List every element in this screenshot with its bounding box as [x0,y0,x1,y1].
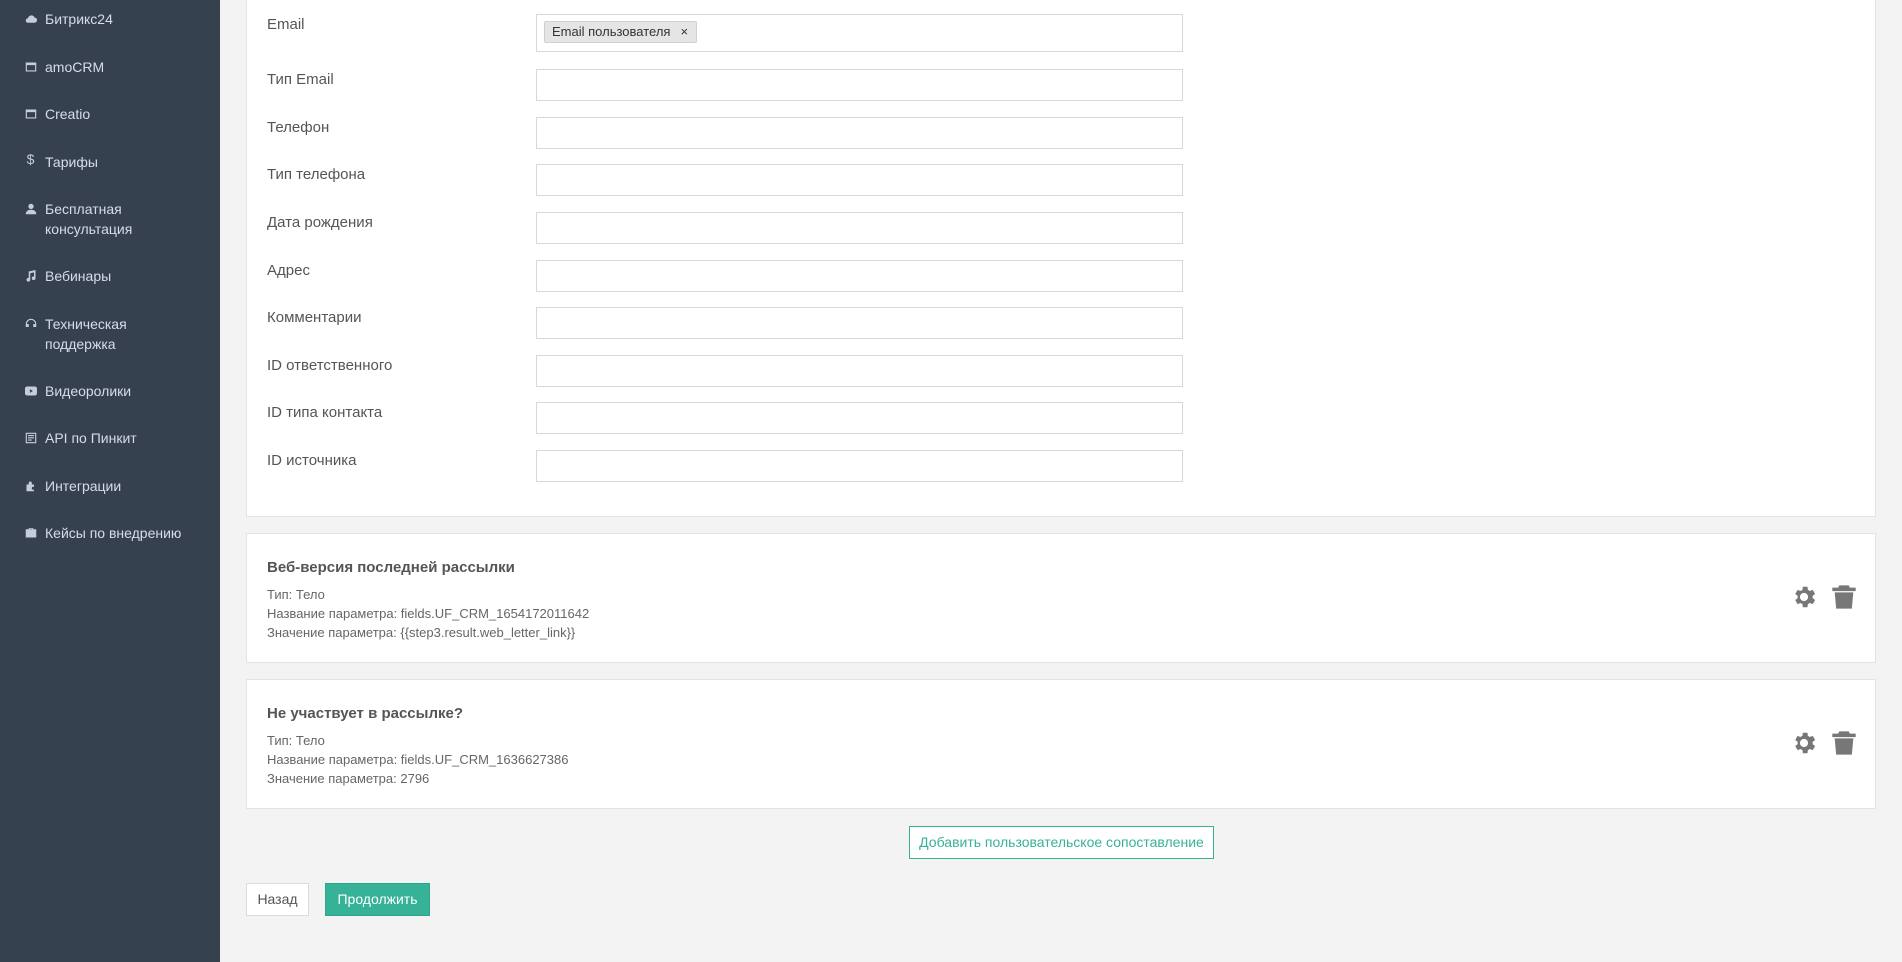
mapping-type: Тип: Тело [267,733,325,748]
chip-remove-icon[interactable]: × [680,22,688,42]
field-label-birthdate: Дата рождения [267,214,373,231]
address-input[interactable] [536,260,1183,292]
sidebar-item-label: Кейсы по внедрению [45,525,182,541]
sidebar-item-label: Битрикс24 [45,11,113,27]
mapping-type: Тип: Тело [267,587,325,602]
dollar-icon: $ [26,150,35,167]
fields-card: Email Email пользователя × Тип Email Тел… [246,0,1876,517]
email-type-input[interactable] [536,69,1183,101]
birthdate-input[interactable] [536,212,1183,244]
continue-button[interactable]: Продолжить [325,883,430,916]
api-icon [24,431,37,444]
email-field[interactable]: Email пользователя × [536,14,1183,52]
sidebar-item-api[interactable]: API по Пинкит [24,428,214,448]
youtube-icon [24,384,37,397]
field-label-phone: Телефон [267,119,330,136]
sidebar-item-support[interactable]: Техническая поддержка [24,314,214,354]
sidebar-item-label: Тарифы [45,154,98,170]
puzzle-icon [24,479,37,492]
sidebar-item-label: Интеграции [45,478,122,494]
chip-label: Email пользователя [552,24,671,39]
back-button[interactable]: Назад [246,883,309,916]
sidebar-item-webinars[interactable]: Вебинары [24,266,214,286]
sidebar-item-label-line2: поддержка [45,336,116,352]
mapping-param-name: Название параметра: fields.UF_CRM_165417… [267,606,590,621]
mapping-param-name: Название параметра: fields.UF_CRM_163662… [267,752,569,767]
email-chip[interactable]: Email пользователя × [544,21,698,43]
field-label-comments: Комментарии [267,309,362,326]
briefcase-icon [24,526,37,539]
field-label-address: Адрес [267,262,310,279]
sidebar-item-bitrix24[interactable]: Битрикс24 [24,9,214,29]
user-icon [24,202,37,215]
delete-trash-icon[interactable] [1830,729,1858,757]
responsible-id-input[interactable] [536,355,1183,387]
mapping-param-value: Значение параметра: 2796 [267,771,430,786]
sidebar-item-label: API по Пинкит [45,430,137,446]
field-label-source-id: ID источника [267,452,357,469]
contact-type-id-input[interactable] [536,402,1183,434]
sidebar-item-consultation[interactable]: Бесплатная консультация [24,199,214,239]
sidebar-item-amocrm[interactable]: amoCRM [24,57,214,77]
sidebar-item-label: Бесплатная [45,201,122,217]
sidebar-item-label: Вебинары [45,268,112,284]
delete-trash-icon[interactable] [1830,583,1858,611]
mapping-title: Не участвует в рассылке? [267,705,464,722]
phone-input[interactable] [536,117,1183,149]
sidebar-item-videos[interactable]: Видеоролики [24,381,214,401]
sidebar-item-tariffs[interactable]: $ Тарифы [24,150,214,172]
source-id-input[interactable] [536,450,1183,482]
headset-icon [24,317,37,330]
phone-type-input[interactable] [536,164,1183,196]
mapping-param-value: Значение параметра: {{step3.result.web_l… [267,625,576,640]
sidebar-item-label: Creatio [45,106,91,122]
cloud-icon [24,12,37,25]
mapping-card: Не участвует в рассылке? Тип: Тело Назва… [246,679,1876,809]
sidebar-item-label: Видеоролики [45,383,132,399]
window-icon [24,60,37,73]
sidebar-item-creatio[interactable]: Creatio [24,104,214,124]
field-label-email: Email [267,16,305,33]
sidebar-item-label-line2: консультация [45,221,133,237]
window-icon [24,107,37,120]
sidebar-item-cases[interactable]: Кейсы по внедрению [24,523,214,543]
sidebar-item-label: amoCRM [45,59,105,75]
sidebar-item-label: Техническая [45,316,127,332]
settings-gear-icon[interactable] [1790,729,1818,757]
field-label-email-type: Тип Email [267,71,334,88]
comments-input[interactable] [536,307,1183,339]
field-label-responsible-id: ID ответственного [267,357,393,374]
field-label-contact-type-id: ID типа контакта [267,404,383,421]
sidebar-item-integrations[interactable]: Интеграции [24,476,214,496]
settings-gear-icon[interactable] [1790,583,1818,611]
field-label-phone-type: Тип телефона [267,166,366,183]
music-icon [24,269,37,282]
sidebar: Битрикс24 amoCRM Creatio $ Тарифы Беспла… [0,0,220,962]
add-custom-mapping-button[interactable]: Добавить пользовательское сопоставление [909,826,1214,859]
mapping-title: Веб-версия последней рассылки [267,559,515,576]
mapping-card: Веб-версия последней рассылки Тип: Тело … [246,533,1876,663]
